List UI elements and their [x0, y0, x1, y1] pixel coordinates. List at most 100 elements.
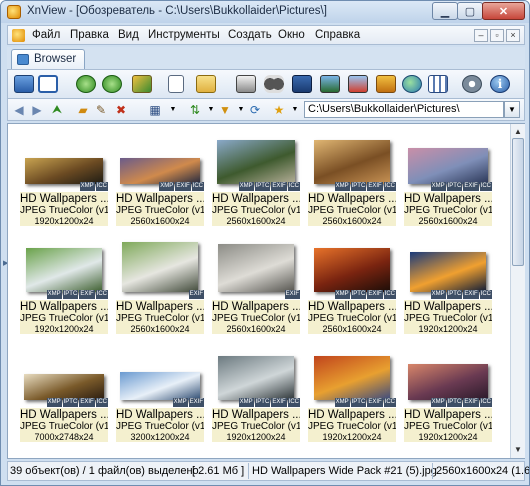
metadata-badge: IPTC	[62, 290, 79, 299]
thumbnail-item[interactable]: XMP IPTC EXIF ICC HD Wallpapers ... JPEG True…	[404, 236, 492, 336]
metadata-badge: XMP	[172, 398, 188, 407]
refresh-button[interactable]: ⟳	[246, 101, 264, 118]
thumbnail-image	[408, 148, 488, 184]
thumbnail-item[interactable]: XMP IPTC EXIF ICC HD Wallpapers ... JPEG True…	[308, 128, 396, 228]
thumbnail-dimensions: 1920x1200x24	[418, 324, 478, 334]
metadata-badges: XMP IPTC EXIF ICC	[334, 290, 396, 299]
thumbnail-item[interactable]: XMP IPTC EXIF ICC HD Wallpapers ... JPEG True…	[404, 128, 492, 228]
capture-button[interactable]	[318, 73, 342, 95]
view-mode-dropdown[interactable]: ▼	[164, 101, 182, 118]
metadata-badges: XMP IPTC EXIF ICC	[334, 398, 396, 407]
title-bar[interactable]: XnView - [Обозреватель - C:\Users\Bukkol…	[1, 1, 529, 23]
vertical-scrollbar[interactable]: ▲ ▼	[510, 124, 525, 458]
metadata-badge: EXIF	[271, 182, 287, 191]
properties-button[interactable]	[164, 73, 188, 95]
rename-button[interactable]: ✎	[92, 101, 110, 118]
scroll-down-button[interactable]: ▼	[512, 443, 524, 457]
metadata-badge: ICC	[383, 398, 396, 407]
mdi-minimize-button[interactable]: –	[474, 29, 488, 42]
path-input[interactable]: C:\Users\Bukkollaider\Pictures\	[304, 101, 504, 118]
find-button[interactable]	[262, 73, 286, 95]
new-folder-button[interactable]: ▰	[74, 101, 92, 118]
rotate-right-icon	[102, 75, 122, 93]
metadata-badges: XMP IPTC EXIF ICC	[46, 290, 108, 299]
options-button[interactable]	[460, 73, 484, 95]
thumbnail-dimensions: 2560x1600x24	[322, 324, 382, 334]
thumbnail-item[interactable]: XMP EXIF ICC HD Wallpapers ... JPEG TrueColo…	[116, 128, 204, 228]
menu-tools[interactable]: Инструменты	[148, 29, 220, 41]
rotate-left-button[interactable]	[74, 73, 98, 95]
parent-folder-button[interactable]: ⮝	[48, 101, 66, 118]
thumbnail-dimensions: 1920x1200x24	[226, 432, 286, 442]
view-mode-button[interactable]: ▦	[146, 101, 164, 118]
thumbnail-image	[120, 158, 200, 184]
tab-browser[interactable]: Browser	[11, 49, 85, 69]
thumbnail-item[interactable]: EXIFHD Wallpapers ...JPEG TrueColor (v1.…	[212, 236, 300, 336]
contact-sheet-button[interactable]	[426, 73, 450, 95]
mdi-close-button[interactable]: ×	[506, 29, 520, 42]
thumbnail-item[interactable]: XMP IPTC EXIF ICC HD Wallpapers ... JPEG True…	[212, 344, 300, 444]
metadata-badge: ICC	[287, 182, 300, 191]
thumbnail-format: JPEG TrueColor (v1.1)	[116, 313, 204, 324]
thumbnail-image	[120, 372, 200, 400]
menu-create[interactable]: Создать	[228, 29, 272, 41]
metadata-badge: ICC	[383, 182, 396, 191]
status-separator	[432, 463, 433, 479]
thumbnail-item[interactable]: XMP IPTC EXIF ICC HD Wallpapers ... JPEG True…	[20, 236, 108, 336]
menu-file[interactable]: Файл	[32, 29, 60, 41]
thumbnail-item[interactable]: XMP IPTC EXIF ICC HD Wallpapers ... JPEG True…	[308, 236, 396, 336]
slideshow-button[interactable]	[374, 73, 398, 95]
back-button[interactable]: ◀	[10, 101, 28, 118]
xnview-app-icon[interactable]	[7, 5, 21, 19]
fullscreen-button[interactable]	[36, 73, 60, 95]
thumbnail-format: JPEG TrueColor (v1.2)	[20, 421, 108, 432]
metadata-badges: XMP IPTC EXIF ICC	[46, 398, 108, 407]
thumbnail-item[interactable]: XMP IPTC EXIF ICC HD Wallpapers ... JPEG True…	[212, 128, 300, 228]
thumbnail-image	[218, 356, 294, 400]
menu-view[interactable]: Вид	[118, 29, 139, 41]
favorites-dropdown[interactable]: ▼	[286, 101, 304, 118]
thumbnail-item[interactable]: EXIFHD Wallpapers ...JPEG TrueColor (v1.…	[116, 236, 204, 336]
up-arrow-icon: ⮝	[51, 102, 63, 116]
thumbnail-item[interactable]: XMP IPTC EXIF ICC HD Wallpapers ... JPEG True…	[308, 344, 396, 444]
thumbnail-frame	[308, 240, 396, 292]
maximize-button[interactable]: ▢	[457, 2, 483, 20]
browser-mode-button[interactable]	[12, 73, 36, 95]
thumbnail-item[interactable]: XMP ICC HD Wallpapers ... JPEG TrueColor (v…	[20, 128, 108, 228]
about-button[interactable]: i	[488, 73, 512, 95]
metadata-badge: ICC	[479, 182, 492, 191]
globe-icon	[402, 75, 422, 93]
path-dropdown[interactable]: ▼	[504, 101, 520, 118]
scanner-button[interactable]	[290, 73, 314, 95]
menu-help[interactable]: Справка	[315, 29, 360, 41]
refresh-icon: ⟳	[249, 102, 261, 117]
thumbnail-image	[122, 242, 198, 292]
thumbnail-format: JPEG TrueColor (v1.2)	[308, 313, 396, 324]
mdi-restore-button[interactable]: ▫	[490, 29, 504, 42]
delete-button[interactable]: ✖	[112, 101, 130, 118]
print-icon	[236, 75, 256, 93]
thumbnail-caption: HD Wallpapers ...JPEG TrueColor (v1.2)19…	[20, 300, 108, 334]
convert-button[interactable]	[130, 73, 154, 95]
rotate-right-button[interactable]	[100, 73, 124, 95]
thumbnail-item[interactable]: XMP IPTC EXIF ICC HD Wallpapers ... JPEG True…	[20, 344, 108, 444]
print-button[interactable]	[234, 73, 258, 95]
thumbnail-item[interactable]: XMP IPTC EXIF ICC HD Wallpapers ... JPEG True…	[404, 344, 492, 444]
thumbnail-frame	[116, 348, 204, 400]
minimize-button[interactable]: ▁	[432, 2, 458, 20]
document-menu-icon[interactable]	[12, 29, 25, 42]
thumbnail-item[interactable]: XMP EXIF HD Wallpapers ... JPEG TrueColor (…	[116, 344, 204, 444]
forward-button[interactable]: ▶	[28, 101, 46, 118]
thumbnail-frame	[308, 132, 396, 184]
close-button[interactable]: ✕	[482, 2, 525, 20]
thumbnail-dimensions: 2560x1600x24	[418, 216, 478, 226]
web-page-button[interactable]	[400, 73, 424, 95]
scroll-up-button[interactable]: ▲	[512, 125, 524, 139]
thumbnail-format: JPEG TrueColor (v1.2)	[308, 421, 396, 432]
scroll-thumb[interactable]	[512, 138, 524, 266]
image-editor-button[interactable]	[346, 73, 370, 95]
copy-to-button[interactable]	[194, 73, 218, 95]
menu-window[interactable]: Окно	[278, 29, 305, 41]
thumbnail-caption: HD Wallpapers ...JPEG TrueColor (v1.2)25…	[116, 192, 204, 226]
menu-edit[interactable]: Правка	[70, 29, 109, 41]
